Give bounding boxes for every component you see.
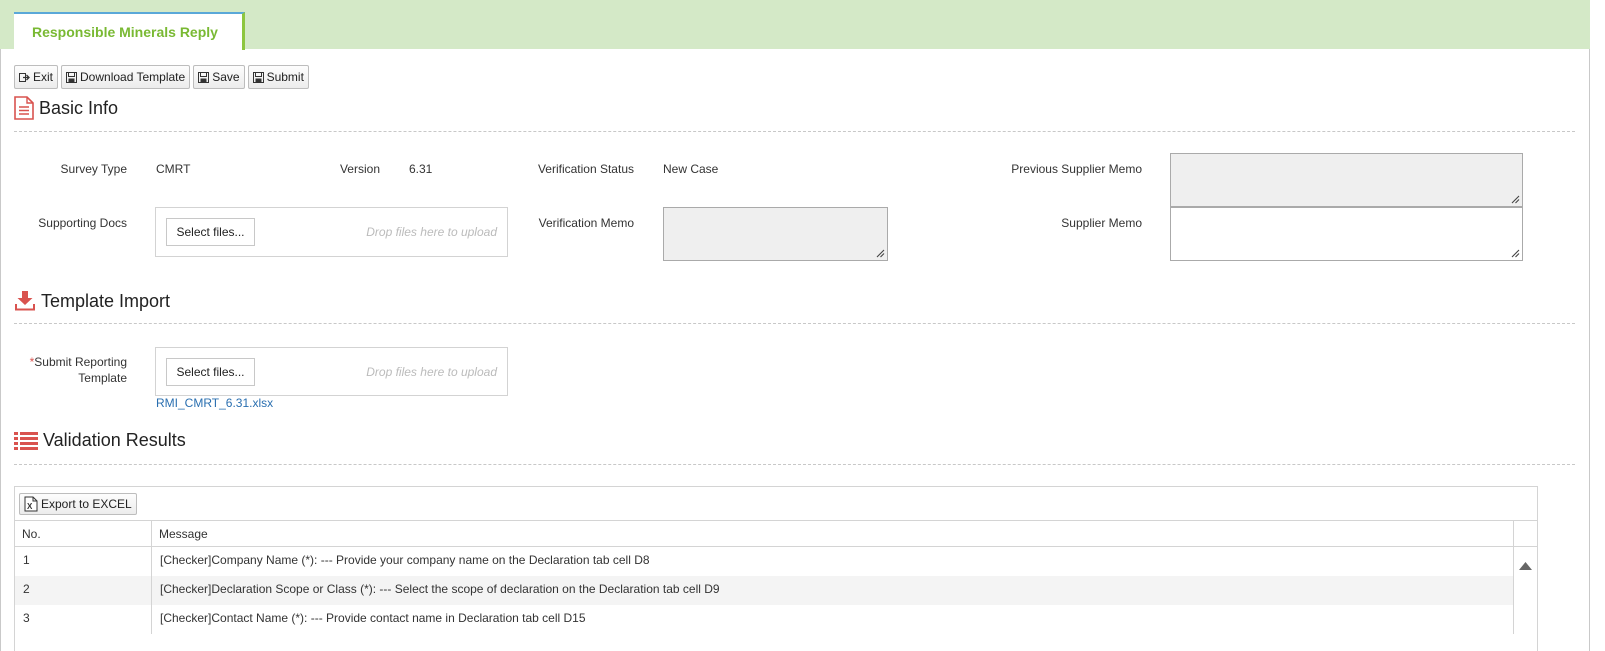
- row-message: [Checker]Company Name (*): --- Provide y…: [152, 547, 1514, 576]
- row-no: 3: [15, 605, 152, 634]
- supporting-docs-label: Supporting Docs: [38, 216, 127, 230]
- table-row[interactable]: 2 [Checker]Declaration Scope or Class (*…: [15, 576, 1537, 605]
- resize-grip-icon[interactable]: [1511, 195, 1520, 204]
- grid-header: No. Message: [15, 521, 1537, 547]
- drop-zone-hint: Drop files here to upload: [366, 225, 497, 239]
- list-icon: [14, 431, 38, 450]
- table-row[interactable]: 3 [Checker]Contact Name (*): --- Provide…: [15, 605, 1537, 634]
- template-import-heading: Template Import: [14, 290, 170, 312]
- row-message: [Checker]Declaration Scope or Class (*):…: [152, 576, 1514, 605]
- column-header-message[interactable]: Message: [152, 521, 1514, 546]
- select-files-button[interactable]: Select files...: [166, 358, 255, 386]
- template-upload[interactable]: Select files... Drop files here to uploa…: [155, 347, 508, 396]
- uploaded-file-link[interactable]: RMI_CMRT_6.31.xlsx: [156, 396, 273, 410]
- row-message: [Checker]Contact Name (*): --- Provide c…: [152, 605, 1514, 634]
- divider: [14, 464, 1575, 465]
- floppy-icon: [198, 71, 210, 83]
- previous-supplier-memo-field[interactable]: [1170, 153, 1523, 207]
- scroll-up-icon[interactable]: [1519, 562, 1532, 570]
- table-row[interactable]: 1 [Checker]Company Name (*): --- Provide…: [15, 547, 1537, 576]
- supplier-memo-field[interactable]: [1170, 207, 1523, 261]
- version-label: Version: [339, 162, 380, 176]
- tab-strip: Responsible Minerals Reply: [0, 0, 1590, 50]
- download-template-label: Download Template: [80, 70, 186, 84]
- basic-info-title: Basic Info: [39, 97, 119, 118]
- drop-zone-hint: Drop files here to upload: [366, 365, 497, 379]
- resize-grip-icon[interactable]: [876, 249, 885, 258]
- version-value: 6.31: [409, 162, 433, 176]
- tab-responsible-minerals-reply[interactable]: Responsible Minerals Reply: [14, 12, 245, 50]
- excel-icon: X: [24, 496, 38, 512]
- template-import-title: Template Import: [41, 290, 171, 311]
- floppy-icon: [252, 71, 264, 83]
- submit-label: Submit: [266, 70, 304, 84]
- floppy-icon: [66, 71, 78, 83]
- exit-button[interactable]: Exit: [14, 65, 59, 89]
- export-excel-button[interactable]: X Export to EXCEL: [19, 493, 137, 515]
- save-button[interactable]: Save: [193, 65, 245, 89]
- row-no: 2: [15, 576, 152, 605]
- divider: [14, 323, 1575, 324]
- survey-type-value: CMRT: [156, 162, 191, 176]
- resize-grip-icon[interactable]: [1511, 249, 1520, 258]
- validation-results-heading: Validation Results: [14, 430, 186, 451]
- column-header-no[interactable]: No.: [15, 521, 152, 546]
- select-files-button[interactable]: Select files...: [166, 218, 255, 246]
- basic-info-heading: Basic Info: [14, 96, 118, 120]
- supporting-docs-upload[interactable]: Select files... Drop files here to uploa…: [155, 207, 508, 257]
- verification-memo-field[interactable]: [663, 207, 888, 261]
- export-excel-label: Export to EXCEL: [41, 497, 132, 511]
- grid-toolbar: X Export to EXCEL: [15, 487, 1537, 521]
- validation-results-title: Validation Results: [43, 430, 186, 450]
- download-template-button[interactable]: Download Template: [61, 65, 191, 89]
- exit-icon: [19, 72, 30, 82]
- divider: [14, 131, 1575, 132]
- grid-scrollbar[interactable]: [1514, 548, 1537, 651]
- exit-label: Exit: [33, 70, 54, 84]
- row-no: 1: [15, 547, 152, 576]
- verification-memo-label: Verification Memo: [538, 216, 634, 230]
- svg-text:X: X: [27, 502, 33, 511]
- verification-status-value: New Case: [663, 162, 719, 176]
- submit-reporting-label-line1: Submit Reporting: [34, 355, 127, 369]
- supplier-memo-label: Supplier Memo: [1061, 216, 1142, 230]
- submit-reporting-template-label: *Submit Reporting Template: [20, 354, 127, 386]
- validation-grid: X Export to EXCEL No. Message 1 [Checker…: [14, 486, 1538, 651]
- submit-button[interactable]: Submit: [247, 65, 309, 89]
- download-icon: [15, 291, 35, 311]
- submit-reporting-label-line2: Template: [78, 371, 127, 385]
- document-icon: [14, 96, 34, 120]
- previous-supplier-memo-label: Previous Supplier Memo: [1011, 162, 1142, 176]
- survey-type-label: Survey Type: [60, 162, 127, 176]
- save-label: Save: [212, 70, 240, 84]
- verification-status-label: Verification Status: [537, 162, 634, 176]
- toolbar: Exit Download Template Save Submit: [14, 65, 309, 89]
